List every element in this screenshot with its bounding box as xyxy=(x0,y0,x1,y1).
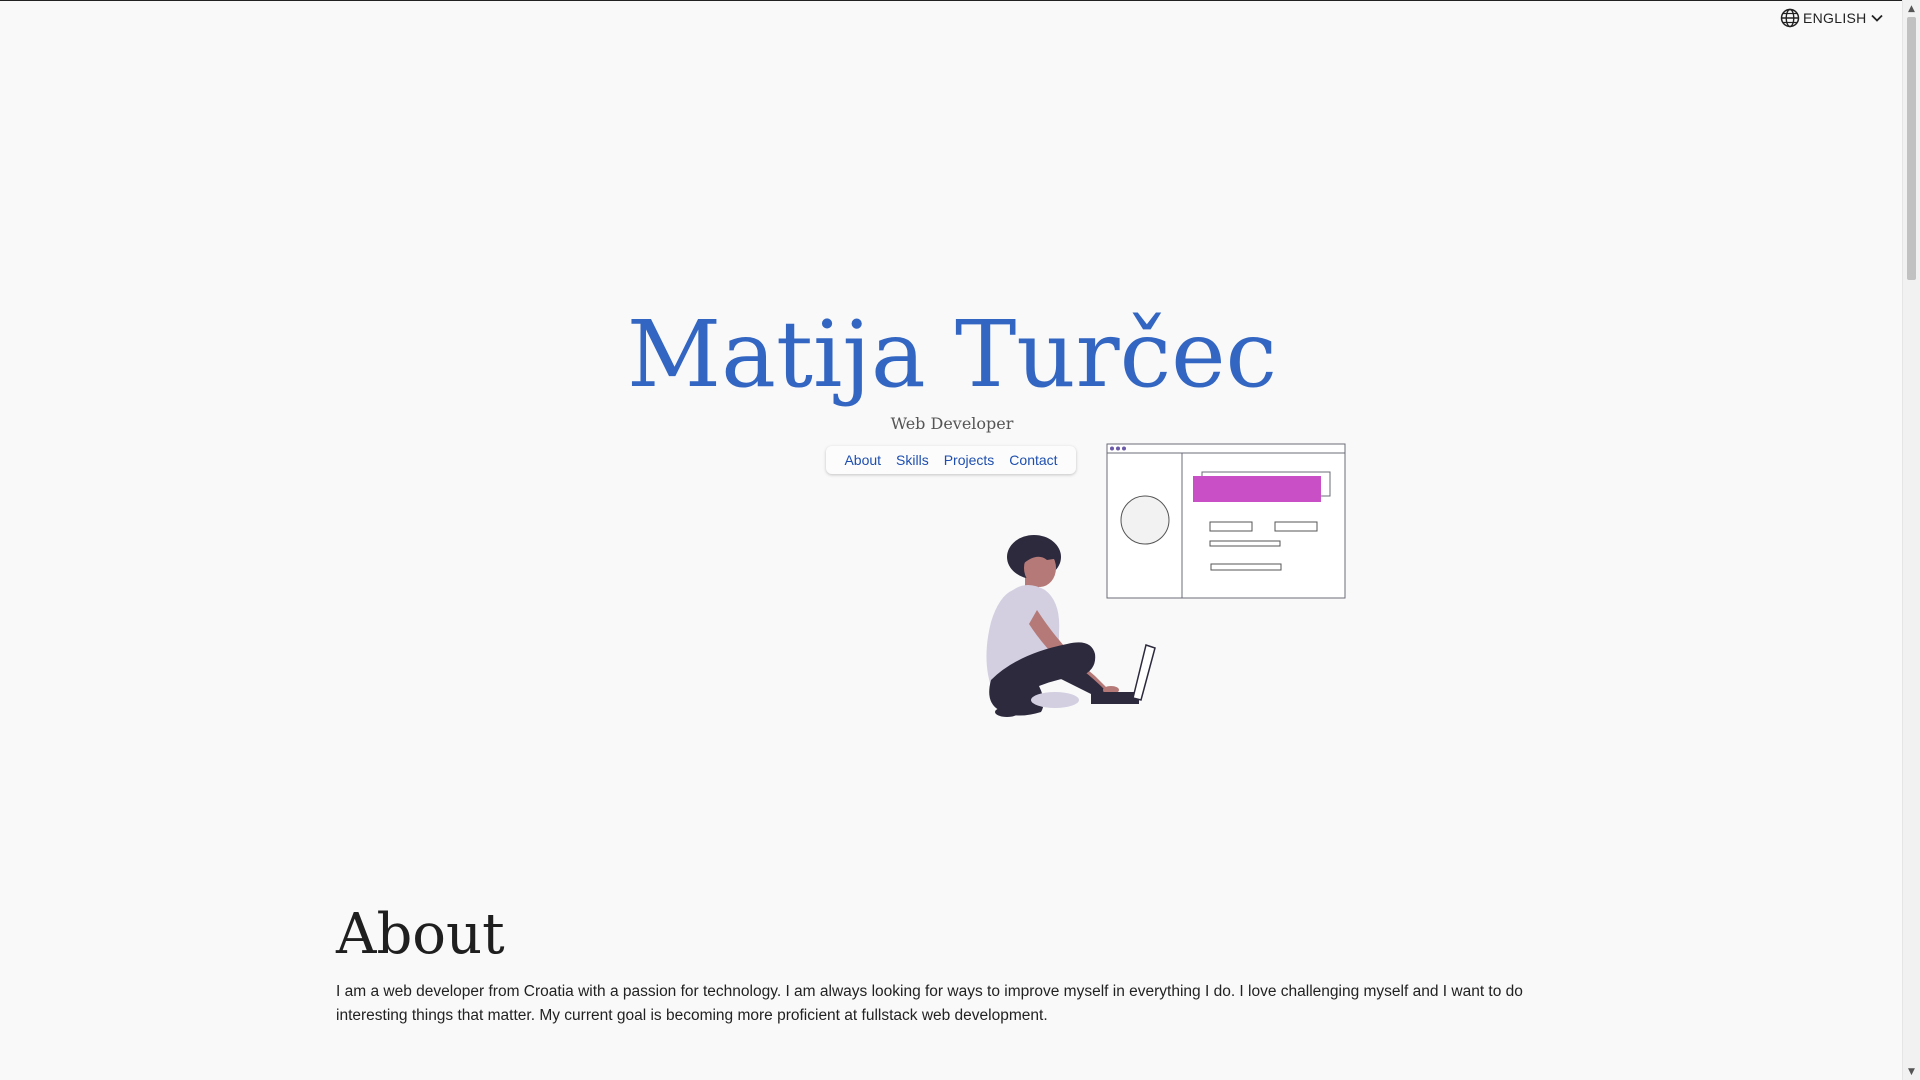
about-text: I am a web developer from Croatia with a… xyxy=(336,983,1523,1024)
language-selector[interactable]: ENGLISH xyxy=(1780,8,1884,28)
hero-name: Matija Turčec xyxy=(626,301,1278,408)
nav-link-skills[interactable]: Skills xyxy=(896,452,929,468)
globe-icon xyxy=(1780,8,1800,28)
window-top-border xyxy=(0,0,1920,1)
browser-mockup-illustration xyxy=(1106,443,1346,599)
about-heading: About xyxy=(336,902,505,967)
language-label: ENGLISH xyxy=(1803,10,1867,26)
scroll-up-arrow-icon[interactable]: ▲ xyxy=(1903,0,1920,17)
scroll-down-arrow-icon[interactable]: ▼ xyxy=(1903,1063,1920,1080)
developer-illustration xyxy=(986,443,1346,717)
scrollbar-thumb[interactable] xyxy=(1907,17,1916,280)
hero-subtitle: Web Developer xyxy=(890,414,1014,433)
chevron-down-icon xyxy=(1870,14,1883,22)
page-scrollbar[interactable]: ▲ ▼ xyxy=(1902,0,1920,1080)
nav-link-about[interactable]: About xyxy=(844,452,881,468)
